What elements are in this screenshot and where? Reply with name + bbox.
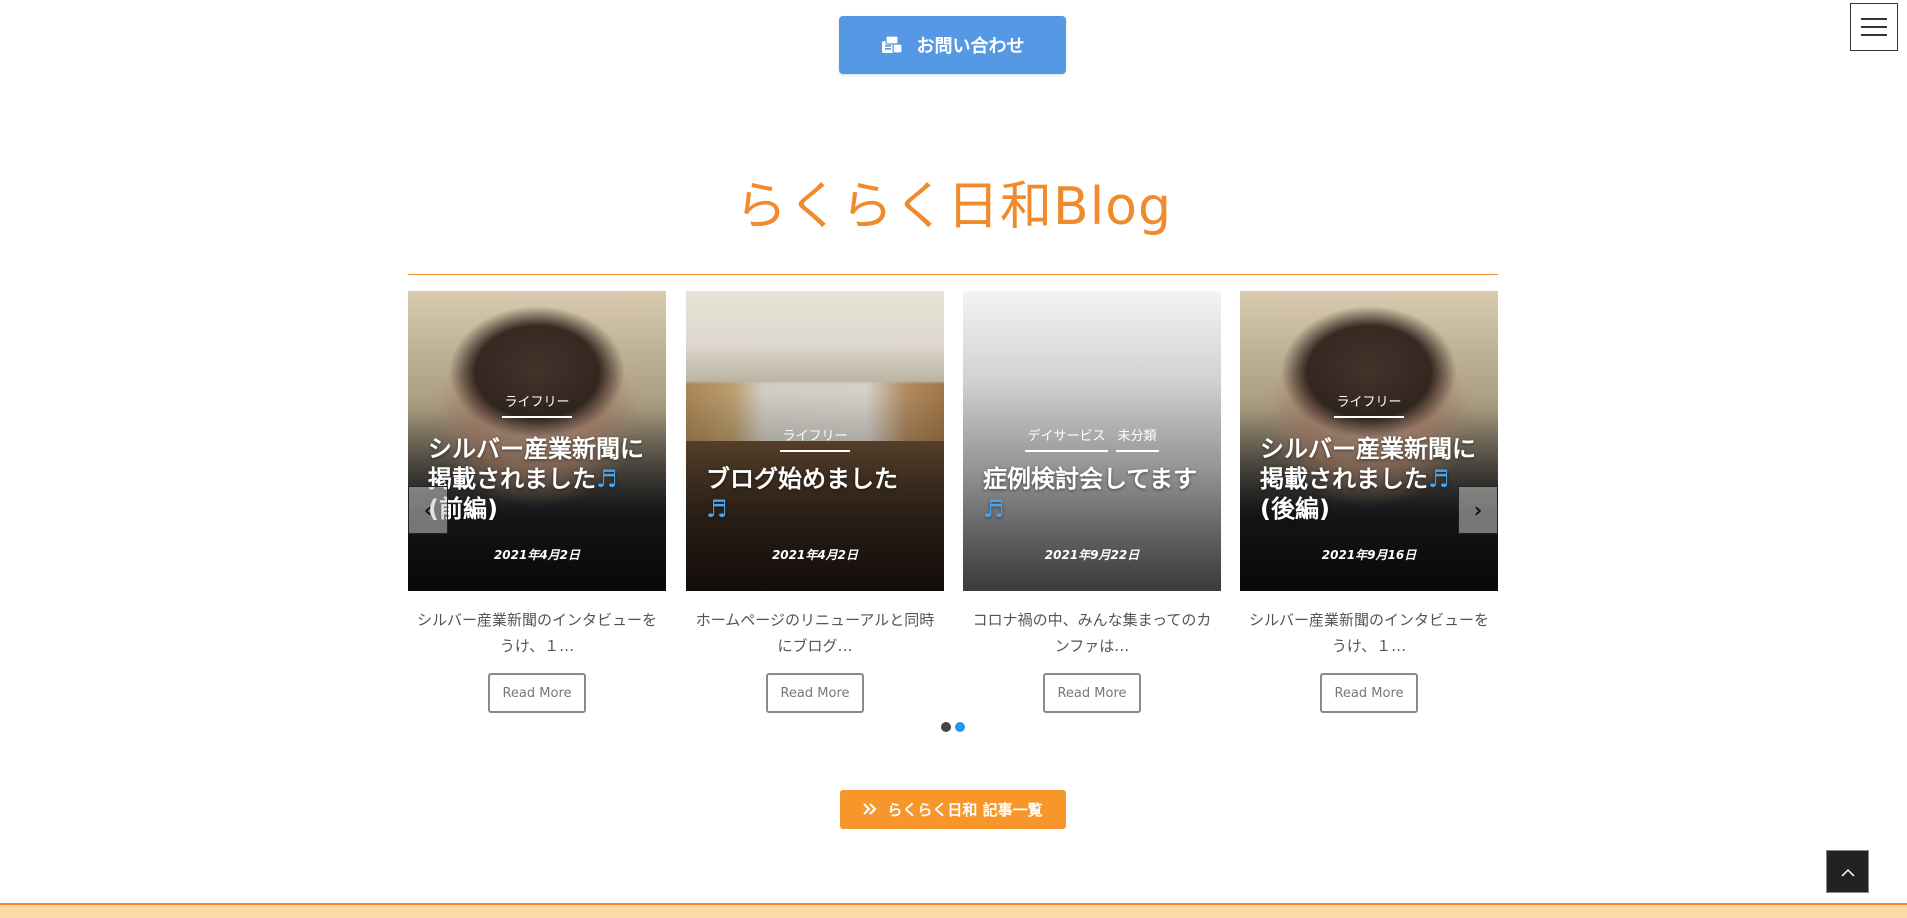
carousel-dots: [941, 722, 965, 732]
read-more-button[interactable]: Read More: [1320, 673, 1418, 713]
article-list-button[interactable]: らくらく日和 記事一覧: [840, 790, 1066, 829]
post-thumbnail[interactable]: ライフリー シルバー産業新聞に掲載されました♬ (前編) 2021年4月2日: [408, 291, 666, 591]
read-more-button[interactable]: Read More: [488, 673, 586, 713]
category-tag[interactable]: ライフリー: [780, 425, 850, 452]
hamburger-icon-line: [1861, 34, 1887, 36]
category-tag[interactable]: ライフリー: [502, 391, 572, 418]
section-title: らくらく日和Blog: [735, 177, 1172, 237]
contact-button[interactable]: お問い合わせ: [839, 16, 1066, 74]
read-more-button[interactable]: Read More: [766, 673, 864, 713]
page-top-button[interactable]: [1826, 850, 1869, 893]
carousel-prev-button[interactable]: ‹: [408, 486, 448, 534]
post-thumbnail[interactable]: ライフリー シルバー産業新聞に掲載されました♬ (後編) 2021年9月16日: [1240, 291, 1498, 591]
post-title[interactable]: ブログ始めました ♬: [686, 464, 944, 524]
post-thumbnail[interactable]: デイサービス 未分類 症例検討会してます ♬ 2021年9月22日: [963, 291, 1221, 591]
blog-card: デイサービス 未分類 症例検討会してます ♬ 2021年9月22日 コロナ禍の中、…: [963, 291, 1221, 713]
double-chevron-right-icon: [863, 801, 877, 819]
post-date: 2021年4月2日: [771, 548, 859, 562]
carousel-next-button[interactable]: ›: [1458, 486, 1498, 534]
category-tag[interactable]: デイサービス: [1025, 425, 1108, 452]
title-divider: [408, 274, 1498, 275]
carousel-dot[interactable]: [941, 722, 951, 732]
category-tag[interactable]: 未分類: [1115, 425, 1159, 452]
post-date: 2021年9月22日: [1044, 548, 1140, 562]
post-excerpt: コロナ禍の中、みんな集まってのカ ンファは…: [972, 611, 1212, 655]
read-more-button[interactable]: Read More: [1043, 673, 1141, 713]
menu-button[interactable]: [1850, 3, 1898, 51]
hamburger-icon-line: [1861, 26, 1887, 28]
blog-card: ライフリー ブログ始めました ♬ 2021年4月2日 ホームページのリニューアルと…: [686, 291, 944, 713]
hamburger-icon-line: [1861, 18, 1887, 20]
chevron-up-icon: [1840, 862, 1855, 881]
article-list-label: らくらく日和 記事一覧: [887, 801, 1043, 819]
contact-card-icon: [881, 35, 903, 55]
post-excerpt: ホームページのリニューアルと同時 にブログ…: [695, 611, 935, 655]
post-title[interactable]: 症例検討会してます ♬: [963, 464, 1221, 524]
post-excerpt: シルバー産業新聞のインタビューを うけ、１…: [1248, 611, 1489, 655]
post-excerpt: シルバー産業新聞のインタビューを うけ、１…: [416, 611, 657, 655]
carousel-dot-active[interactable]: [955, 722, 965, 732]
post-date: 2021年9月16日: [1321, 548, 1417, 562]
post-date: 2021年4月2日: [493, 548, 581, 562]
contact-button-label: お問い合わせ: [916, 36, 1025, 57]
footer-band: [0, 903, 1907, 918]
category-tag[interactable]: ライフリー: [1334, 391, 1404, 418]
post-thumbnail[interactable]: ライフリー ブログ始めました ♬ 2021年4月2日: [686, 291, 944, 591]
